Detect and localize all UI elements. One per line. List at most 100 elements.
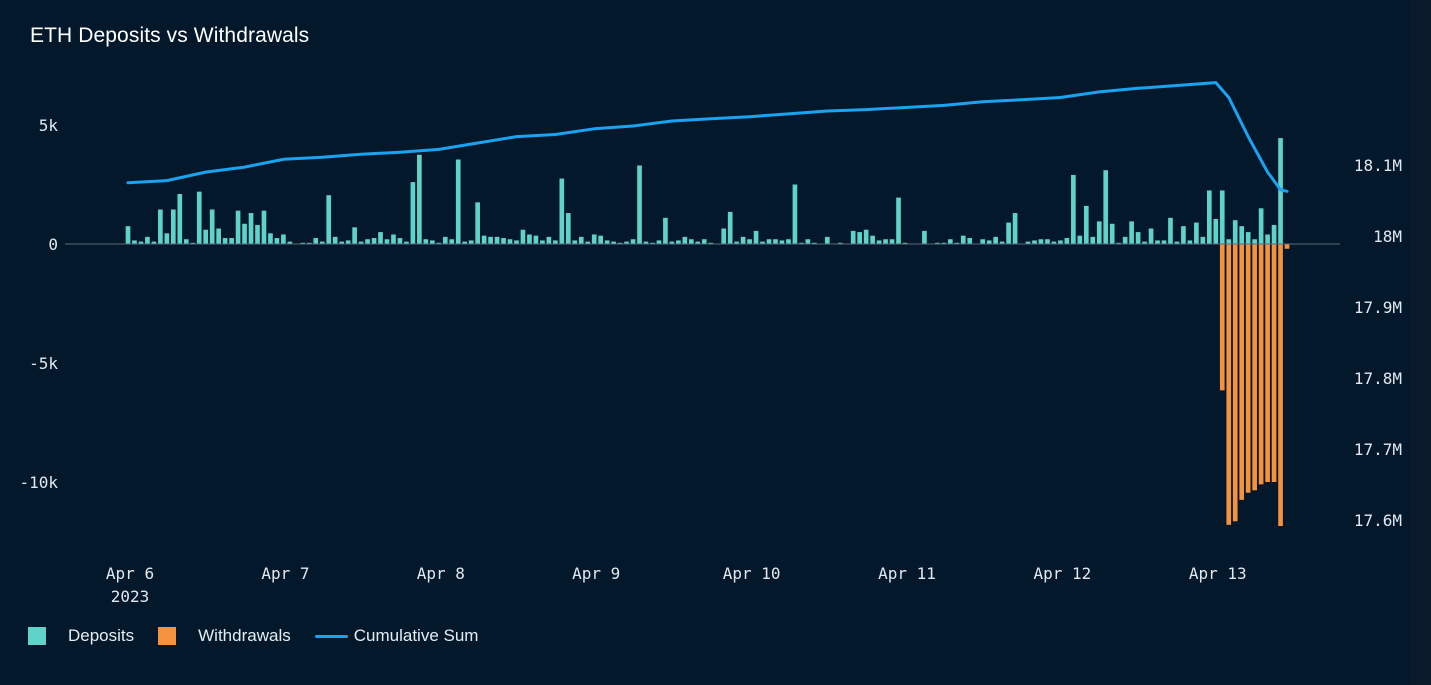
left-axis: 5k 0 -5k -10k <box>19 116 58 492</box>
withdrawal-bar <box>1219 244 1225 391</box>
deposit-bar <box>598 235 603 244</box>
deposit-bar <box>164 233 170 244</box>
deposit-bar <box>889 239 895 244</box>
withdrawal-bar <box>1284 244 1290 249</box>
deposit-bar <box>993 236 998 244</box>
deposit-bar <box>688 239 694 244</box>
deposit-bar <box>850 230 856 244</box>
deposit-bar <box>1135 232 1141 244</box>
deposit-bar <box>1226 239 1232 244</box>
withdrawal-bar <box>1252 244 1257 491</box>
deposit-bar <box>125 226 131 244</box>
deposit-bar <box>1271 224 1277 244</box>
left-axis-tick-label: -10k <box>19 473 58 492</box>
deposit-bar <box>1038 239 1044 244</box>
deposit-bar <box>326 195 332 244</box>
deposit-bar <box>1213 219 1219 244</box>
deposit-bar <box>248 213 254 244</box>
deposit-bar <box>876 240 882 244</box>
legend-item-deposits[interactable]: Deposits <box>28 626 134 646</box>
deposit-bar <box>410 182 416 244</box>
withdrawal-bar <box>1258 244 1264 485</box>
deposit-bar <box>1077 235 1083 244</box>
deposit-bar <box>365 239 370 244</box>
deposit-bar <box>475 202 480 244</box>
deposit-bar <box>274 238 280 244</box>
deposit-bar <box>533 235 539 244</box>
legend-item-cumulative-sum[interactable]: Cumulative Sum <box>314 626 478 646</box>
deposit-bar <box>352 227 357 244</box>
withdrawal-bar <box>1271 244 1277 482</box>
right-axis-tick-label: 17.8M <box>1354 369 1402 388</box>
right-axis-tick-label: 17.6M <box>1354 511 1402 530</box>
deposit-bar <box>1181 226 1186 244</box>
deposit-bar <box>630 239 636 244</box>
deposit-bar <box>378 232 383 244</box>
deposit-bar <box>209 209 215 244</box>
legend-label-deposits: Deposits <box>68 626 135 645</box>
deposit-bar <box>740 236 746 244</box>
deposit-bar <box>1206 190 1212 244</box>
deposit-bar <box>507 239 513 244</box>
deposit-bar <box>1161 240 1167 244</box>
x-axis-tick-label: Apr 9 <box>572 564 620 583</box>
deposit-bar <box>281 234 286 244</box>
deposit-bar <box>766 239 772 244</box>
withdrawal-bar <box>1278 244 1283 527</box>
deposit-bar <box>1006 222 1011 244</box>
deposit-bar <box>177 194 183 244</box>
deposit-bar <box>559 178 565 244</box>
deposit-bar <box>1232 220 1238 244</box>
deposit-bar <box>488 236 493 244</box>
deposit-bar <box>980 239 986 244</box>
deposit-bar <box>203 229 209 244</box>
deposit-bar <box>183 239 189 244</box>
deposit-bar <box>1129 221 1134 244</box>
deposit-bar <box>423 239 429 244</box>
deposit-bar <box>896 197 901 244</box>
x-axis-tick-label: Apr 10 <box>723 564 781 583</box>
deposit-bar <box>527 234 532 244</box>
deposit-bar <box>1187 240 1193 244</box>
deposit-bar <box>1045 239 1050 244</box>
deposit-bar <box>1258 208 1264 244</box>
deposit-bar <box>313 238 319 244</box>
deposit-bar <box>883 239 888 244</box>
deposit-bar <box>196 191 202 244</box>
deposit-bar <box>753 230 759 244</box>
legend-item-withdrawals[interactable]: Withdrawals <box>158 626 291 646</box>
deposit-bar <box>857 232 862 244</box>
withdrawal-bar <box>1232 244 1238 522</box>
deposit-bar <box>676 240 681 244</box>
deposit-bar <box>222 238 228 244</box>
deposit-bar <box>1245 232 1251 244</box>
deposit-bar <box>1071 174 1076 244</box>
withdrawal-bar <box>1245 244 1251 493</box>
x-axis-tick-label: Apr 13 <box>1189 564 1247 583</box>
deposits-swatch <box>28 627 46 645</box>
deposit-bar <box>656 240 662 244</box>
deposit-bar <box>773 239 778 244</box>
deposit-bar <box>947 239 953 244</box>
deposit-bar <box>1012 213 1018 244</box>
chart-canvas: 5k0-5k-10k 18.1M18M17.9M17.8M17.7M17.6M … <box>19 81 1402 606</box>
deposit-bar <box>870 235 875 244</box>
deposit-bar <box>345 240 351 244</box>
deposit-bar <box>1252 239 1257 244</box>
deposit-bar <box>727 211 733 244</box>
x-axis-tick-label: Apr 6 <box>106 564 154 583</box>
x-axis-tick-label: Apr 11 <box>878 564 936 583</box>
right-axis-tick-label: 17.9M <box>1354 298 1402 317</box>
bars-layer <box>125 138 1290 527</box>
deposit-bar <box>1058 240 1063 244</box>
deposit-bar <box>779 240 785 244</box>
deposit-bar <box>268 233 273 244</box>
deposit-bar <box>132 240 137 244</box>
deposit-bar <box>1032 240 1037 244</box>
deposit-bar <box>455 159 461 244</box>
deposit-bar <box>1155 240 1160 244</box>
deposit-bar <box>417 154 422 244</box>
deposit-bar <box>397 238 403 244</box>
deposit-bar <box>145 236 150 244</box>
x-axis-tick-label: Apr 12 <box>1034 564 1092 583</box>
